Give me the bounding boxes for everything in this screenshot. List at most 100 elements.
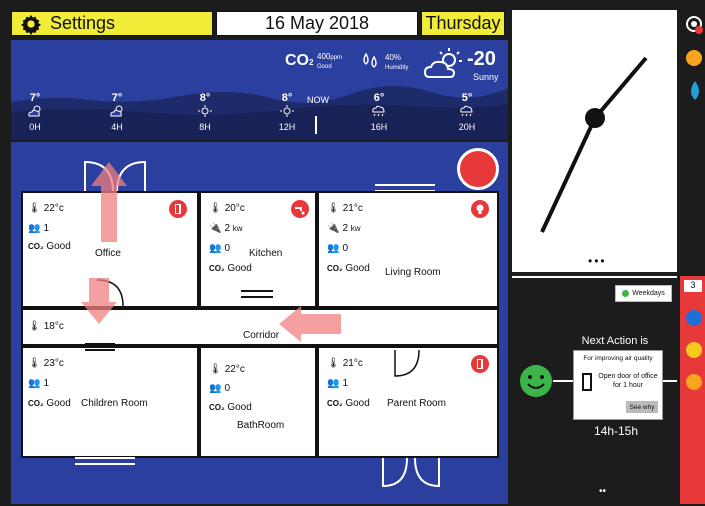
office-people-value: 1 [43, 223, 50, 234]
people-icon: 👥 [327, 243, 340, 254]
room-corridor[interactable]: 🌡 18°c Corridor [21, 308, 499, 346]
forecast-temp: 7° [29, 92, 41, 104]
weekdays-button[interactable]: Weekdays [615, 285, 672, 302]
settings-button[interactable]: Settings [11, 11, 213, 36]
parent-people: 👥 1 [327, 378, 348, 389]
door-icon [582, 373, 592, 391]
kitchen-temp: 🌡 20°c [209, 203, 245, 214]
humidity-value: 40% [385, 53, 402, 62]
forecast-item: 5° 20H [447, 92, 487, 132]
settings-label: Settings [50, 13, 116, 33]
door-icon[interactable] [169, 200, 187, 218]
office-people: 👥 1 [28, 223, 49, 234]
clock-hands [540, 56, 648, 233]
record-button[interactable] [457, 148, 499, 190]
forecast-item: 8° 8H [185, 92, 225, 132]
current-date: 16 May 2018 [216, 11, 418, 36]
window-mark [241, 290, 273, 298]
room-bathroom[interactable]: 🌡 22°c 👥 0 CO₂ Good BathRoom [199, 346, 317, 458]
forecast-hour: 20H [458, 122, 476, 132]
forecast-hour: 8H [199, 122, 211, 132]
plug-icon: 🔌 [209, 223, 222, 234]
co2-prefix: CO₂ [209, 403, 225, 412]
side-strip-bottom: 3 [680, 276, 705, 504]
children-co2: CO₂ Good [28, 398, 71, 409]
forecast-temp: 8° [281, 92, 293, 104]
parent-temp: 🌡 21°c [327, 358, 363, 369]
forecast-temp: 6° [373, 92, 385, 104]
card-action: Open door of office for 1 hour [598, 373, 658, 389]
forecast-item: 7° 0H [15, 92, 55, 132]
see-why-button[interactable]: See why [626, 401, 658, 413]
outdoor-temperature: -20 [467, 48, 496, 70]
circle-icon[interactable] [686, 374, 702, 390]
kitchen-power-value: 2 [224, 223, 231, 234]
door-icon[interactable] [471, 355, 489, 373]
living-power: 🔌 2 kw [327, 223, 361, 234]
children-name: Children Room [81, 398, 148, 409]
co2-reading: 400ppm Good [317, 52, 342, 70]
co2-status: Good [317, 64, 332, 70]
living-people: 👥 0 [327, 243, 348, 254]
bulb-icon[interactable] [471, 200, 489, 218]
co2-subscript: 2 [309, 58, 314, 67]
now-marker [315, 116, 317, 134]
smiley-icon [520, 365, 552, 397]
bathroom-temp: 🌡 22°c [209, 364, 245, 375]
room-parent[interactable]: 🌡 21°c 👥 1 CO₂ Good Parent Room [317, 346, 499, 458]
living-power-unit: kw [350, 224, 361, 233]
people-icon: 👥 [209, 383, 222, 394]
living-co2-value: Good [345, 263, 370, 274]
forecast-hour: 0H [29, 122, 41, 132]
page-dots[interactable]: ••• [588, 254, 607, 268]
floor-plan: 🌡 22°c 👥 1 CO₂ Good Office 🌡 20°c 🔌 2 kw 👥 0 … [11, 142, 508, 504]
side-strip-top [680, 10, 705, 272]
people-icon: 👥 [209, 243, 222, 254]
action-time-range: 14h-15h [593, 424, 639, 438]
parent-co2: CO₂ Good [327, 398, 370, 409]
office-co2: CO₂ Good [28, 241, 71, 252]
circle-icon[interactable] [686, 342, 702, 358]
circle-icon[interactable] [686, 310, 702, 326]
bathroom-temp-value: 22°c [224, 364, 245, 375]
office-temp: 🌡 22°c [28, 203, 64, 214]
corridor-temp: 🌡 18°c [28, 321, 64, 332]
parent-name: Parent Room [387, 398, 446, 409]
forecast-item: 7° 4H [97, 92, 137, 132]
bathroom-name: BathRoom [237, 420, 285, 431]
room-kitchen[interactable]: 🌡 20°c 🔌 2 kw 👥 0 Kitchen CO₂ Good [199, 191, 317, 308]
water-drop-icon[interactable] [686, 80, 704, 102]
cloud-sun-icon [110, 105, 123, 117]
forecast-temp: 7° [111, 92, 123, 104]
office-temp-value: 22°c [43, 203, 64, 214]
humidity-icon [363, 52, 377, 68]
sun-icon [280, 105, 294, 117]
living-people-value: 0 [342, 243, 349, 254]
forecast-hour: 4H [111, 122, 123, 132]
humidity-reading: 40% Humidity [385, 53, 408, 71]
gear-icon [20, 14, 42, 35]
children-people: 👥 1 [28, 378, 49, 389]
humidity-label: Humidity [385, 65, 409, 71]
parent-temp-value: 21°c [342, 358, 363, 369]
faucet-icon[interactable] [291, 200, 309, 218]
page-dots[interactable]: •• [599, 486, 606, 497]
weekdays-label: Weekdays [632, 290, 665, 297]
thermometer-icon: 🌡 [28, 358, 41, 369]
room-living[interactable]: 🌡 21°c 🔌 2 kw 👥 0 CO₂ Good Living Room [317, 191, 499, 308]
co2-prefix: CO₂ [327, 399, 343, 408]
thermometer-icon: 🌡 [28, 321, 41, 332]
living-temp: 🌡 21°c [327, 203, 363, 214]
corridor-temp-value: 18°c [43, 321, 64, 332]
current-day: Thursday [421, 11, 505, 36]
office-name: Office [95, 248, 121, 259]
target-icon[interactable] [684, 14, 704, 36]
co2-prefix: CO₂ [28, 242, 44, 251]
living-co2: CO₂ Good [327, 263, 370, 274]
sun-icon[interactable] [686, 50, 702, 66]
entrance-door-icon [84, 160, 146, 193]
weather-panel: CO2 400ppm Good 40% Humidity -20 Sunny N… [11, 40, 508, 140]
corridor-name: Corridor [243, 330, 280, 341]
kitchen-power-unit: kw [232, 224, 243, 233]
room-children[interactable]: 🌡 23°c 👥 1 CO₂ Good Children Room [21, 346, 199, 458]
